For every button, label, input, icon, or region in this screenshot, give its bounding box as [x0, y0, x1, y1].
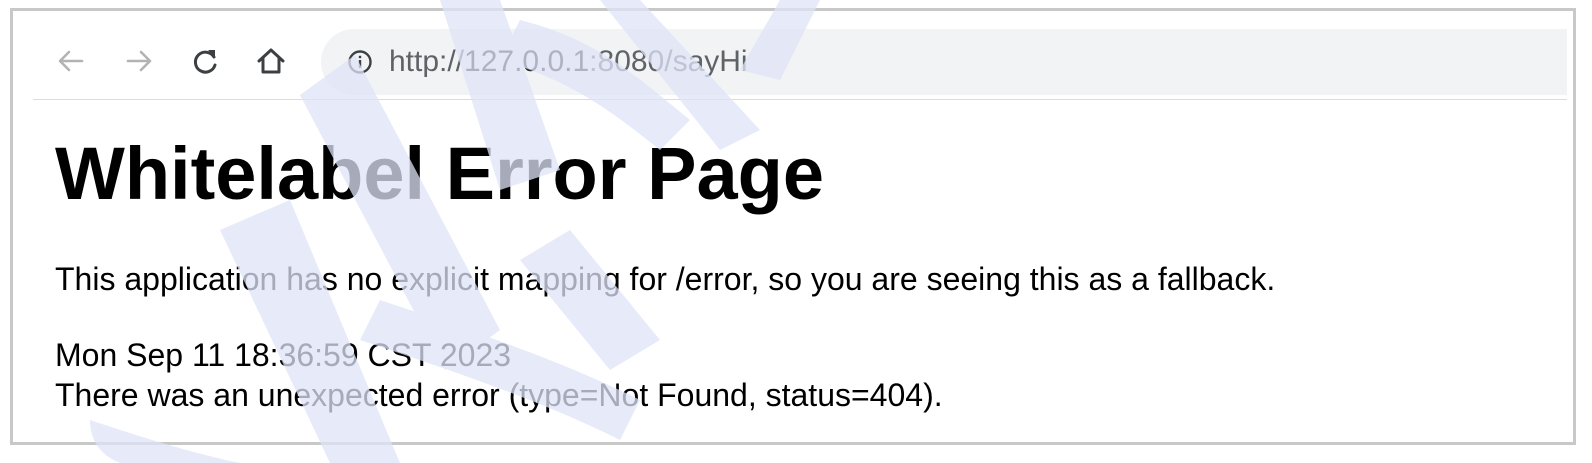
arrow-right-icon — [126, 50, 152, 72]
url-host: 127.0.0.1 — [464, 45, 590, 78]
url-rest: :8080/sayHi — [589, 45, 748, 78]
reload-button[interactable] — [185, 41, 225, 81]
forward-button[interactable] — [119, 41, 159, 81]
error-message: This application has no explicit mapping… — [55, 261, 1276, 297]
info-icon[interactable] — [347, 49, 373, 75]
url-text[interactable]: http://127.0.0.1:8080/sayHi — [389, 44, 748, 80]
back-button[interactable] — [51, 41, 91, 81]
page-title: Whitelabel Error Page — [55, 132, 824, 215]
error-detail: There was an unexpected error (type=Not … — [55, 377, 943, 413]
reload-icon — [193, 50, 217, 74]
browser-toolbar: http://127.0.0.1:8080/sayHi — [33, 21, 1567, 100]
url-prefix: http:// — [389, 45, 465, 78]
error-timestamp: Mon Sep 11 18:36:59 CST 2023 — [55, 337, 512, 373]
page-content: Whitelabel Error Page This application h… — [55, 131, 1553, 415]
home-button[interactable] — [251, 41, 291, 81]
address-bar[interactable]: http://127.0.0.1:8080/sayHi — [321, 29, 1567, 95]
arrow-left-icon — [58, 50, 84, 72]
browser-window: http://127.0.0.1:8080/sayHi Whitelabel E… — [10, 8, 1576, 445]
home-icon — [257, 48, 285, 74]
